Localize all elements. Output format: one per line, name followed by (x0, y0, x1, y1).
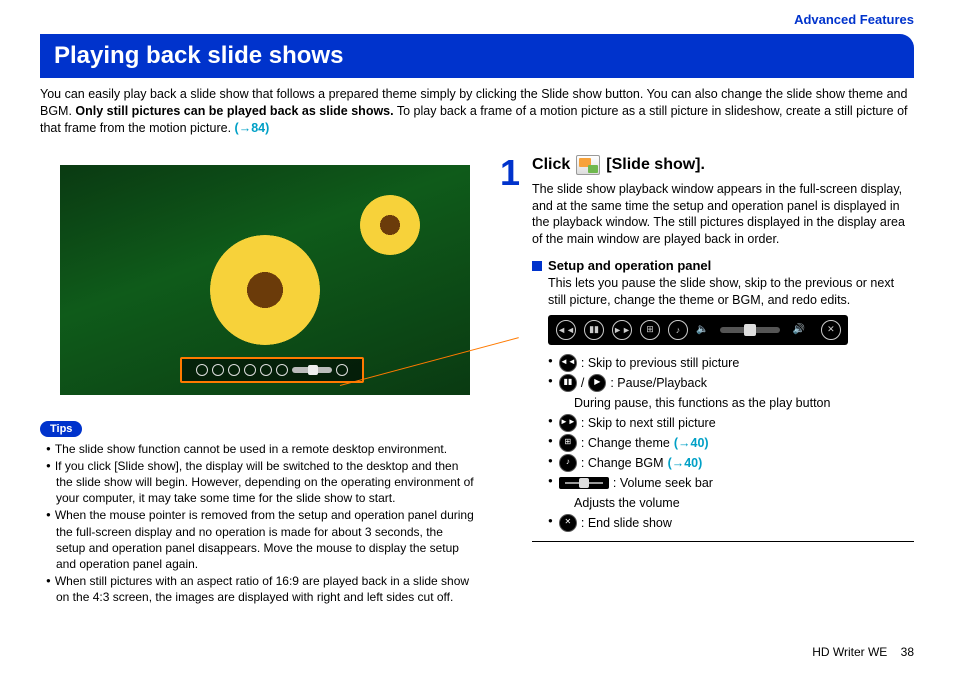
slash: / (581, 373, 584, 393)
step-title: Click [Slide show]. (532, 155, 914, 175)
close-icon: ✕ (821, 320, 841, 340)
step-description: The slide show playback window appears i… (532, 181, 914, 249)
step-number: 1 (500, 155, 520, 191)
intro-bold: Only still pictures can be played back a… (75, 104, 393, 118)
legend-pause-note: During pause, this functions as the play… (574, 393, 914, 413)
next-icon: ►► (612, 320, 632, 340)
legend-prev: ◄◄ : Skip to previous still picture (548, 353, 914, 373)
bgm-icon: ♪ (559, 454, 577, 472)
slide-show-icon (576, 155, 600, 175)
step-title-pre: Click (532, 156, 570, 174)
volume-seek (720, 327, 780, 333)
blue-square-icon (532, 261, 542, 271)
footer-product: HD Writer WE (812, 645, 887, 659)
legend-end-text: : End slide show (581, 513, 672, 533)
flower-graphic-small (360, 195, 420, 255)
tips-item: When still pictures with an aspect ratio… (56, 573, 474, 605)
legend-pause: ▮▮ / ▶ : Pause/Playback (548, 373, 914, 393)
footer-page-number: 38 (901, 645, 914, 659)
tips-item: When the mouse pointer is removed from t… (56, 507, 474, 572)
sub-heading-text: Setup and operation panel (548, 258, 711, 273)
pause-icon: ▮▮ (584, 320, 604, 340)
tips-item: The slide show function cannot be used i… (56, 441, 474, 457)
bgm-icon: ♪ (668, 320, 688, 340)
prev-icon: ◄◄ (559, 354, 577, 372)
legend-prev-text: : Skip to previous still picture (581, 353, 739, 373)
theme-icon: ⊞ (640, 320, 660, 340)
pause-icon: ▮▮ (559, 374, 577, 392)
legend-bgm: ♪ : Change BGM (→40) (548, 453, 914, 473)
operation-panel-image: ◄◄ ▮▮ ►► ⊞ ♪ 🔈 🔊 ✕ (548, 315, 848, 345)
volume-seek-icon (559, 477, 609, 489)
legend-theme-ref[interactable]: (→40) (674, 433, 709, 453)
tips-badge: Tips (40, 421, 82, 437)
flower-graphic (210, 235, 320, 345)
legend-theme-text: : Change theme (581, 433, 670, 453)
intro-paragraph: You can easily play back a slide show th… (40, 86, 914, 137)
legend-next: ►► : Skip to next still picture (548, 413, 914, 433)
tips-list: The slide show function cannot be used i… (40, 441, 474, 606)
theme-icon: ⊞ (559, 434, 577, 452)
legend-volume-note: Adjusts the volume (574, 493, 914, 513)
page-footer: HD Writer WE 38 (812, 645, 914, 659)
section-header: Advanced Features (794, 12, 914, 27)
legend-bgm-text: : Change BGM (581, 453, 664, 473)
legend-theme: ⊞ : Change theme (→40) (548, 433, 914, 453)
speaker-low-icon: 🔈 (696, 324, 708, 335)
intro-ref-link[interactable]: (→84) (235, 121, 270, 135)
legend-volume-text: : Volume seek bar (613, 473, 713, 493)
legend-list: ◄◄ : Skip to previous still picture ▮▮ /… (548, 353, 914, 533)
tips-item: If you click [Slide show], the display w… (56, 458, 474, 507)
divider (532, 541, 914, 542)
next-icon: ►► (559, 414, 577, 432)
sub-description: This lets you pause the slide show, skip… (548, 275, 914, 309)
legend-volume: : Volume seek bar (548, 473, 914, 493)
legend-next-text: : Skip to next still picture (581, 413, 716, 433)
slideshow-screenshot (60, 165, 470, 395)
sub-heading: Setup and operation panel (532, 258, 914, 273)
prev-icon: ◄◄ (556, 320, 576, 340)
page-title: Playing back slide shows (40, 34, 914, 78)
speaker-high-icon: 🔊 (792, 324, 804, 335)
close-icon: ✕ (559, 514, 577, 532)
legend-bgm-ref[interactable]: (→40) (668, 453, 703, 473)
legend-end: ✕ : End slide show (548, 513, 914, 533)
play-icon: ▶ (588, 374, 606, 392)
panel-highlight-box (180, 357, 364, 383)
step-title-post: [Slide show]. (606, 156, 705, 174)
legend-pause-text: : Pause/Playback (610, 373, 707, 393)
